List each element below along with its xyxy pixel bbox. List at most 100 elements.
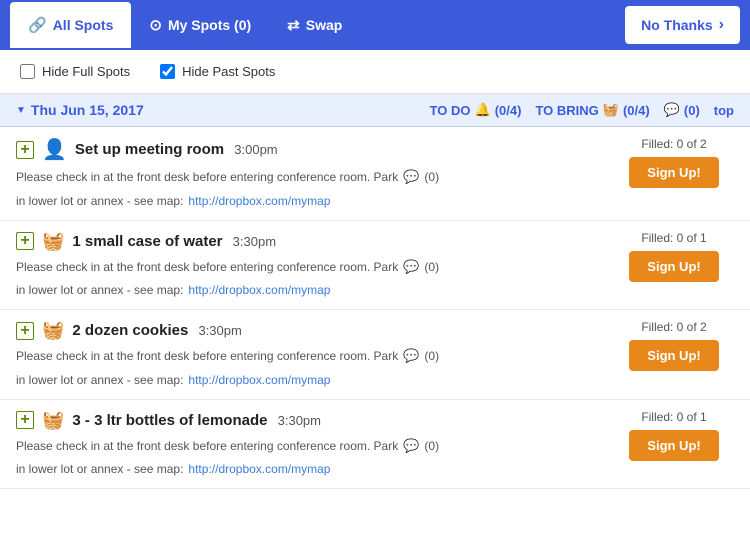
filled-text: Filled: 0 of 2 [641,137,706,151]
spot-desc-text: Please check in at the front desk before… [16,347,398,365]
spot-map-link[interactable]: http://dropbox.com/mymap [188,371,330,389]
tab-all-spots-label: All Spots [53,17,114,33]
comment-count: (0) [424,258,439,276]
filter-bar: Hide Full Spots Hide Past Spots [0,50,750,94]
spot-row: + 🧺 2 dozen cookies 3:30pm Please check … [0,310,750,400]
spot-left-3: + 🧺 3 - 3 ltr bottles of lemonade 3:30pm… [16,410,604,479]
swap-icon: ⇄ [287,16,300,34]
spot-desc-text: Please check in at the front desk before… [16,258,398,276]
chevron-right-icon: › [719,16,724,34]
spot-title-line: + 🧺 1 small case of water 3:30pm [16,231,604,252]
no-thanks-label: No Thanks [641,17,713,33]
basket-icon: 🧺 [603,102,619,118]
spot-map-link[interactable]: http://dropbox.com/mymap [188,281,330,299]
date-meta: TO DO 🔔 (0/4) TO BRING 🧺 (0/4) 💬 (0) top [430,102,734,118]
spot-right-0: Filled: 0 of 2 Sign Up! [614,137,734,188]
add-icon[interactable]: + [16,232,34,250]
spot-link-suffix: in lower lot or annex - see map: [16,192,183,210]
basket-icon: 🧺 [42,231,64,252]
spot-time: 3:30pm [233,234,276,249]
spot-title: 3 - 3 ltr bottles of lemonade 3:30pm [72,412,604,429]
hide-full-spots-checkbox[interactable] [20,64,35,79]
spot-description: Please check in at the front desk before… [16,257,604,300]
check-icon: ⊙ [149,16,162,34]
spot-link-suffix: in lower lot or annex - see map: [16,460,183,478]
hide-past-spots-label: Hide Past Spots [182,64,275,79]
spot-left-1: + 🧺 1 small case of water 3:30pm Please … [16,231,604,300]
filled-text: Filled: 0 of 1 [641,410,706,424]
spots-list: + 👤 Set up meeting room 3:00pm Please ch… [0,127,750,489]
spot-left-0: + 👤 Set up meeting room 3:00pm Please ch… [16,137,604,210]
hide-full-spots-label: Hide Full Spots [42,64,130,79]
person-icon: 👤 [42,137,67,162]
todo-label: TO DO [430,103,471,118]
spot-left-2: + 🧺 2 dozen cookies 3:30pm Please check … [16,320,604,389]
spot-time: 3:30pm [278,413,321,428]
link-icon: 🔗 [28,16,47,34]
spot-link-suffix: in lower lot or annex - see map: [16,281,183,299]
triangle-icon: ▼ [16,105,26,116]
comment-count: (0) [424,168,439,186]
spot-description: Please check in at the front desk before… [16,346,604,389]
spot-title-line: + 👤 Set up meeting room 3:00pm [16,137,604,162]
basket-icon: 🧺 [42,410,64,431]
add-icon[interactable]: + [16,322,34,340]
spot-right-1: Filled: 0 of 1 Sign Up! [614,231,734,282]
filled-text: Filled: 0 of 2 [641,320,706,334]
tobring-count: (0/4) [623,103,650,118]
no-thanks-button[interactable]: No Thanks › [625,6,740,44]
date-label: ▼ Thu Jun 15, 2017 [16,102,144,118]
spot-map-link[interactable]: http://dropbox.com/mymap [188,192,330,210]
spot-link-suffix: in lower lot or annex - see map: [16,371,183,389]
tab-my-spots[interactable]: ⊙ My Spots (0) [131,2,269,48]
spot-time: 3:30pm [198,323,241,338]
signup-button[interactable]: Sign Up! [629,251,719,282]
bell-icon: 🔔 [475,102,491,118]
spot-title: Set up meeting room 3:00pm [75,141,604,158]
signup-button[interactable]: Sign Up! [629,430,719,461]
comments-count: (0) [684,103,700,118]
top-link[interactable]: top [714,103,734,118]
spot-right-2: Filled: 0 of 2 Sign Up! [614,320,734,371]
filled-text: Filled: 0 of 1 [641,231,706,245]
comment-bubble-icon: 💬 [664,102,680,118]
add-icon[interactable]: + [16,141,34,159]
spot-desc-text: Please check in at the front desk before… [16,437,398,455]
comment-icon: 💬 [403,167,419,187]
hide-past-spots-filter[interactable]: Hide Past Spots [160,64,275,79]
spot-description: Please check in at the front desk before… [16,167,604,210]
date-section-header: ▼ Thu Jun 15, 2017 TO DO 🔔 (0/4) TO BRIN… [0,94,750,127]
comment-icon: 💬 [403,346,419,366]
tab-my-spots-label: My Spots (0) [168,17,251,33]
comments-meta: 💬 (0) [664,102,700,118]
spot-title: 1 small case of water 3:30pm [72,233,604,250]
tab-swap[interactable]: ⇄ Swap [269,2,360,48]
todo-meta: TO DO 🔔 (0/4) [430,102,522,118]
spot-row: + 🧺 3 - 3 ltr bottles of lemonade 3:30pm… [0,400,750,490]
spot-map-link[interactable]: http://dropbox.com/mymap [188,460,330,478]
tobring-meta: TO BRING 🧺 (0/4) [535,102,649,118]
tab-swap-label: Swap [306,17,343,33]
spot-right-3: Filled: 0 of 1 Sign Up! [614,410,734,461]
signup-button[interactable]: Sign Up! [629,157,719,188]
spot-time: 3:00pm [234,142,277,157]
basket-icon: 🧺 [42,320,64,341]
comment-icon: 💬 [403,257,419,277]
hide-full-spots-filter[interactable]: Hide Full Spots [20,64,130,79]
tobring-label: TO BRING [535,103,598,118]
spot-row: + 🧺 1 small case of water 3:30pm Please … [0,221,750,311]
tab-all-spots[interactable]: 🔗 All Spots [10,2,131,48]
todo-count: (0/4) [495,103,522,118]
spot-title: 2 dozen cookies 3:30pm [72,322,604,339]
comment-count: (0) [424,347,439,365]
spot-description: Please check in at the front desk before… [16,436,604,479]
nav-tabs: 🔗 All Spots ⊙ My Spots (0) ⇄ Swap [10,2,625,48]
comment-count: (0) [424,437,439,455]
hide-past-spots-checkbox[interactable] [160,64,175,79]
date-text: Thu Jun 15, 2017 [31,102,144,118]
add-icon[interactable]: + [16,411,34,429]
signup-button[interactable]: Sign Up! [629,340,719,371]
spot-desc-text: Please check in at the front desk before… [16,168,398,186]
header: 🔗 All Spots ⊙ My Spots (0) ⇄ Swap No Tha… [0,0,750,50]
spot-row: + 👤 Set up meeting room 3:00pm Please ch… [0,127,750,221]
